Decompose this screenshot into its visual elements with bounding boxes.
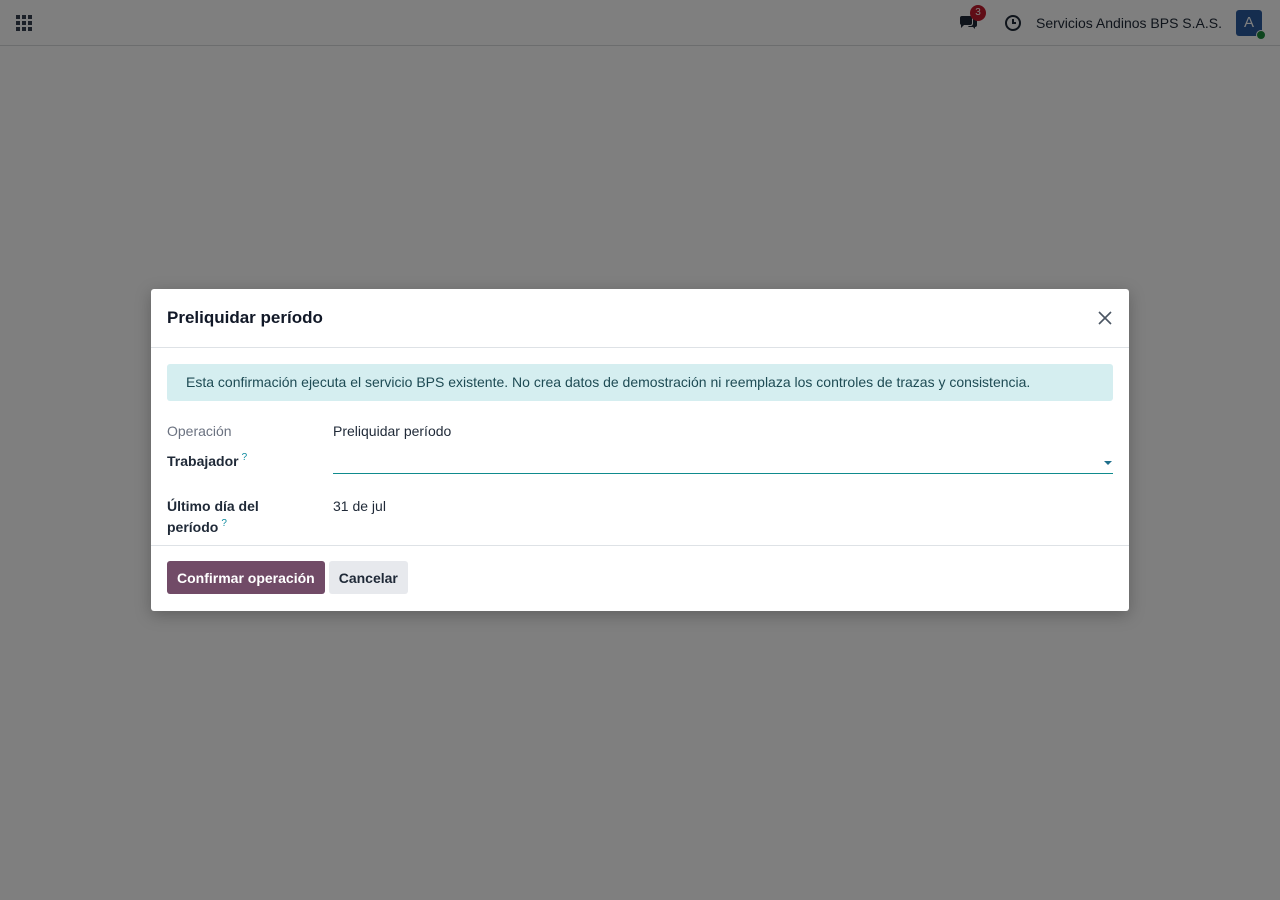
dialog-footer: Confirmar operación Cancelar (151, 546, 1129, 609)
operation-label: Operación (167, 423, 232, 439)
info-alert: Esta confirmación ejecuta el servicio BP… (167, 364, 1113, 401)
operation-value: Preliquidar período (333, 423, 452, 439)
period-end-row: Último día del período? 31 de jul (167, 496, 1113, 542)
confirm-operation-button[interactable]: Confirmar operación (167, 561, 325, 594)
operation-row: Operación Preliquidar período (167, 421, 1113, 441)
worker-field[interactable] (333, 451, 1113, 474)
period-end-value[interactable]: 31 de jul (333, 496, 386, 542)
dialog-body: Esta confirmación ejecuta el servicio BP… (151, 348, 1129, 546)
period-end-label-line1: Último día del (167, 498, 259, 514)
chevron-down-icon[interactable] (1104, 461, 1112, 465)
close-icon[interactable] (1097, 310, 1113, 326)
period-end-label-line2: período (167, 519, 219, 535)
dialog-title: Preliquidar período (167, 308, 323, 327)
period-end-label: Último día del período? (167, 496, 333, 542)
worker-row: Trabajador? (167, 451, 1113, 479)
worker-label-text: Trabajador (167, 453, 239, 469)
period-end-help-icon[interactable]: ? (221, 518, 227, 529)
cancel-button[interactable]: Cancelar (328, 561, 408, 594)
worker-help-icon[interactable]: ? (242, 452, 248, 463)
preliquidate-dialog: Preliquidar período Esta confirmación ej… (151, 289, 1129, 611)
worker-label: Trabajador? (167, 451, 333, 479)
dialog-header: Preliquidar período (151, 289, 1129, 348)
